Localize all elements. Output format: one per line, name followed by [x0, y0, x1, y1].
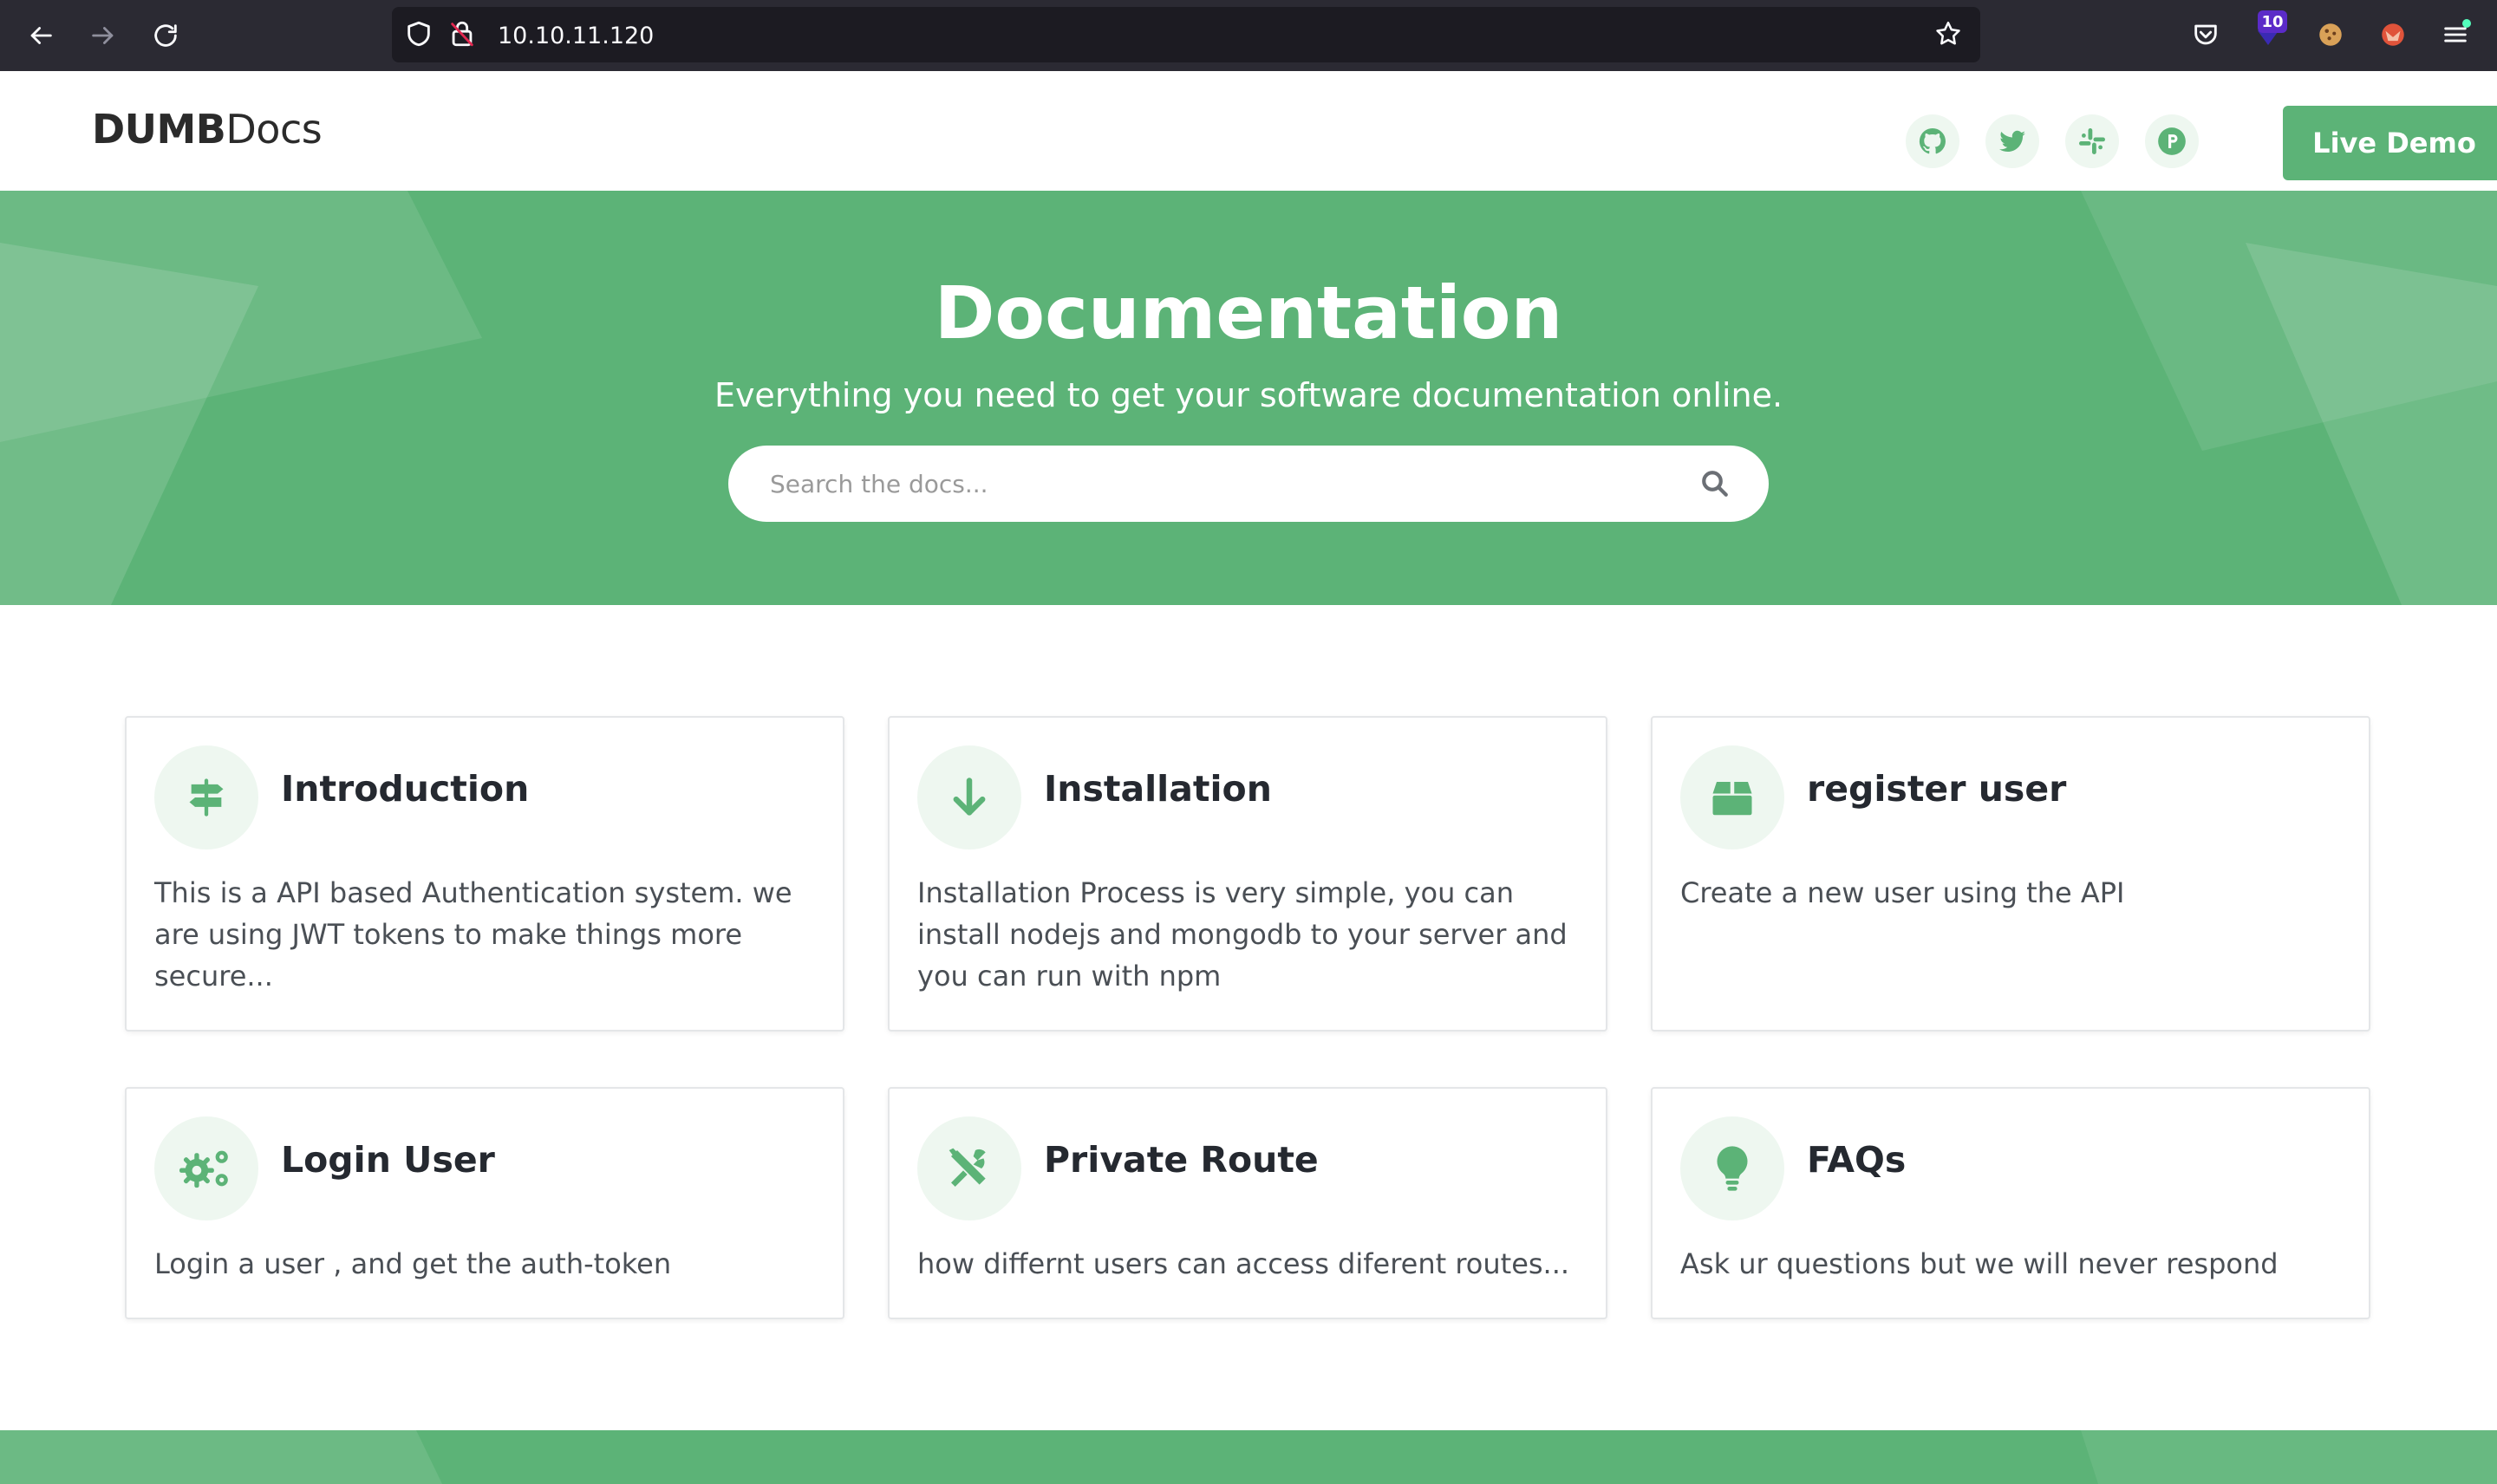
logo-bold-text: DUMB	[92, 106, 226, 153]
back-arrow-icon	[30, 27, 52, 44]
footer-decoration	[0, 1430, 2497, 1484]
url-text[interactable]: 10.10.11.120	[498, 23, 654, 49]
slack-link[interactable]	[2065, 114, 2119, 168]
card-installation[interactable]: Installation Installation Process is ver…	[888, 716, 1607, 1032]
card-title[interactable]: FAQs	[1807, 1139, 1906, 1181]
back-button[interactable]	[23, 17, 59, 54]
forward-button[interactable]	[85, 17, 121, 54]
card-faqs[interactable]: FAQs Ask ur questions but we will never …	[1651, 1087, 2370, 1319]
card-text: Ask ur questions but we will never respo…	[1680, 1247, 2279, 1280]
card-text: This is a API based Authentication syste…	[154, 876, 792, 993]
twitter-link[interactable]	[1985, 114, 2039, 168]
product-hunt-link[interactable]	[2145, 114, 2199, 168]
card-title[interactable]: Introduction	[281, 768, 529, 810]
github-icon	[1919, 127, 1946, 154]
twitter-icon	[1999, 130, 2025, 152]
reload-icon	[154, 24, 177, 47]
search-box	[728, 446, 1769, 522]
box-icon	[1680, 745, 1784, 849]
card-text: Login a user , and get the auth-token	[154, 1247, 672, 1280]
page: 10.10.11.120 10 DUMBDocs Live Demo Docum…	[0, 0, 2497, 1484]
extension-badge: 10	[2258, 10, 2287, 33]
github-link[interactable]	[1906, 114, 1959, 168]
search-icon	[1702, 471, 1728, 497]
url-bar[interactable]: 10.10.11.120	[392, 7, 1980, 62]
forward-arrow-icon	[92, 27, 114, 44]
product-hunt-icon	[2158, 127, 2186, 155]
card-register-user[interactable]: register user Create a new user using th…	[1651, 716, 2370, 1032]
arrow-down-icon	[917, 745, 1021, 849]
tools-icon	[917, 1116, 1021, 1220]
search-button[interactable]	[1696, 465, 1734, 503]
bookmark-star-icon[interactable]	[1933, 19, 1965, 50]
cogs-icon	[154, 1116, 258, 1220]
card-title[interactable]: register user	[1807, 768, 2066, 810]
signpost-icon	[154, 745, 258, 849]
slack-icon	[2079, 128, 2105, 154]
hero-section: Documentation Everything you need to get…	[0, 191, 2497, 605]
card-text: Installation Process is very simple, you…	[917, 876, 1568, 993]
card-login-user[interactable]: Login User Login a user , and get the au…	[125, 1087, 844, 1319]
browser-toolbar: 10.10.11.120 10	[0, 0, 2497, 71]
logo-light-text: Docs	[225, 106, 323, 153]
update-dot	[2462, 19, 2471, 28]
site-logo[interactable]: DUMBDocs	[92, 106, 323, 153]
tracking-shield-icon[interactable]	[404, 19, 435, 50]
card-text: Create a new user using the API	[1680, 876, 2125, 909]
card-introduction[interactable]: Introduction This is a API based Authent…	[125, 716, 844, 1032]
card-private-route[interactable]: Private Route how differnt users can acc…	[888, 1087, 1607, 1319]
live-demo-button[interactable]: Live Demo	[2283, 106, 2497, 180]
cookie-icon[interactable]	[2313, 17, 2348, 52]
pocket-icon[interactable]	[2188, 17, 2223, 52]
reload-button[interactable]	[147, 17, 184, 54]
card-title[interactable]: Private Route	[1044, 1139, 1319, 1181]
extension-fox-icon[interactable]	[2376, 17, 2410, 52]
card-text: how differnt users can access diferent r…	[917, 1247, 1570, 1280]
insecure-lock-icon[interactable]	[447, 19, 479, 50]
card-title[interactable]: Installation	[1044, 768, 1272, 810]
site-header: DUMBDocs Live Demo	[0, 71, 2497, 191]
lightbulb-icon	[1680, 1116, 1784, 1220]
search-input[interactable]	[770, 446, 1654, 522]
app-menu-icon[interactable]	[2438, 17, 2473, 52]
hero-subtitle: Everything you need to get your software…	[714, 376, 1783, 414]
hero-title: Documentation	[934, 270, 1563, 355]
footer-band	[0, 1430, 2497, 1484]
card-title[interactable]: Login User	[281, 1139, 495, 1181]
